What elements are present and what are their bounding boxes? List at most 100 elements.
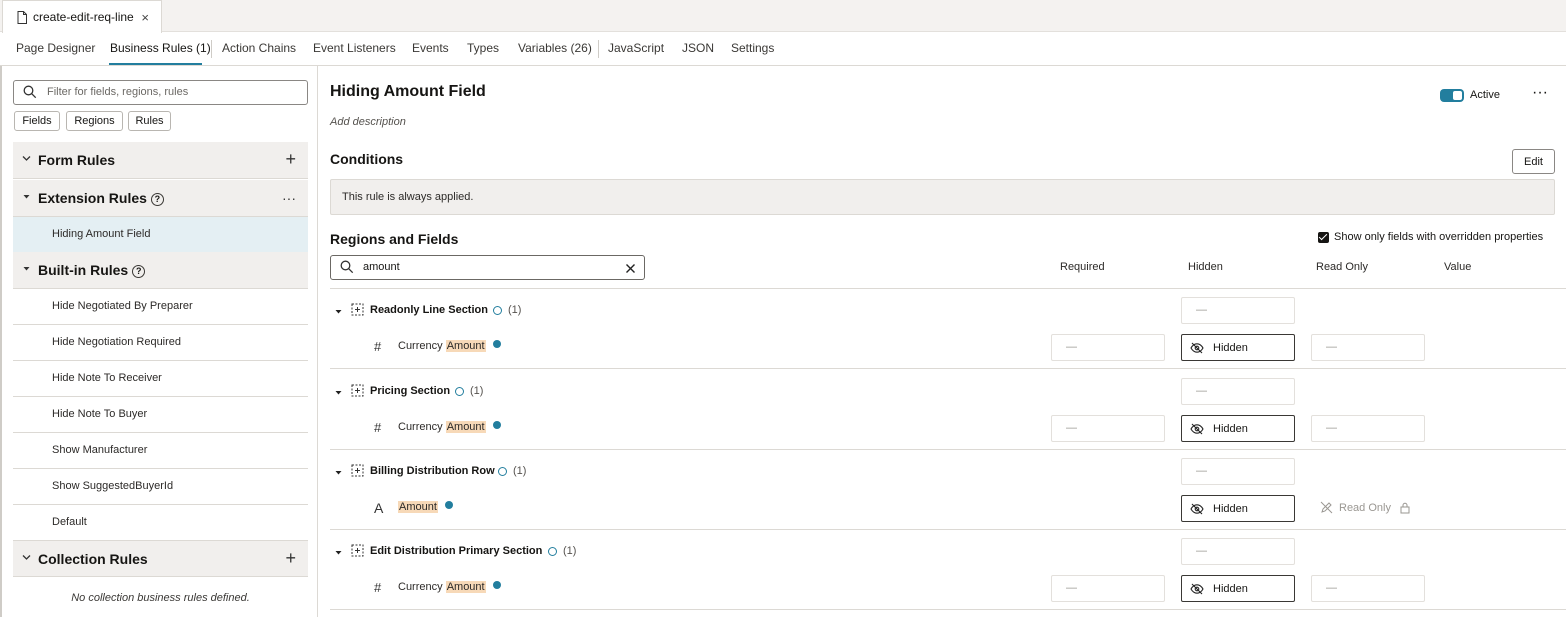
list-item[interactable]: Show SuggestedBuyerId — [13, 469, 308, 505]
override-count: (1) — [455, 385, 483, 397]
description-field[interactable]: Add description — [330, 116, 406, 128]
hidden-select[interactable]: Hidden — [1181, 334, 1295, 361]
region-hidden-value[interactable]: — — [1181, 297, 1295, 324]
builtin-rules-header[interactable]: Built-in Rules? — [13, 252, 308, 289]
hidden-select[interactable]: Hidden — [1181, 495, 1295, 522]
page-title[interactable]: Hiding Amount Field — [330, 83, 486, 101]
region-title[interactable]: Pricing Section — [370, 385, 450, 397]
tab-variables[interactable]: Variables (26) — [518, 41, 592, 55]
lock-icon — [1400, 502, 1410, 513]
required-select[interactable]: — — [1051, 334, 1165, 361]
tab-types[interactable]: Types — [467, 41, 499, 55]
help-icon[interactable]: ? — [132, 265, 146, 278]
search-icon — [340, 260, 354, 274]
text-field-icon: A — [374, 500, 384, 516]
region-group: Billing Distribution Row (1) — A Amount … — [330, 450, 1566, 530]
list-item[interactable]: Show Manufacturer — [13, 433, 308, 469]
region-title[interactable]: Edit Distribution Primary Section — [370, 545, 542, 557]
close-icon[interactable]: × — [141, 10, 149, 25]
caret-down-icon[interactable] — [334, 388, 343, 397]
tab-events[interactable]: Events — [412, 41, 449, 55]
override-ring-icon — [455, 386, 464, 396]
read-only-select[interactable]: — — [1311, 334, 1425, 361]
conditions-heading: Conditions — [330, 151, 404, 167]
tab-event-listeners[interactable]: Event Listeners — [313, 41, 396, 55]
active-toggle[interactable] — [1440, 89, 1464, 102]
more-options-icon[interactable]: ··· — [282, 190, 296, 206]
more-options-icon[interactable]: ··· — [1532, 84, 1548, 102]
filter-placeholder: Filter for fields, regions, rules — [47, 86, 189, 98]
rule-item-label: Hide Negotiation Required — [52, 336, 182, 348]
empty-collection-text: No collection business rules defined. — [71, 592, 250, 604]
edit-button[interactable]: Edit — [1512, 149, 1555, 174]
read-only-select[interactable]: — — [1311, 415, 1425, 442]
tab-json[interactable]: JSON — [682, 41, 714, 55]
rule-item-label: Show SuggestedBuyerId — [52, 480, 174, 492]
form-rules-header[interactable]: Form Rules + — [13, 142, 308, 179]
clear-icon[interactable] — [625, 263, 636, 274]
region-icon — [351, 303, 364, 316]
chip-fields[interactable]: Fields — [14, 111, 60, 131]
extension-rules-header[interactable]: Extension Rules? ··· — [13, 180, 308, 217]
active-tab-underline — [109, 63, 202, 65]
caret-down-icon[interactable] — [334, 468, 343, 477]
field-label[interactable]: Amount — [398, 501, 453, 513]
field-label[interactable]: Currency Amount — [398, 340, 501, 352]
tab-action-chains[interactable]: Action Chains — [222, 41, 296, 55]
field-label[interactable]: Currency Amount — [398, 581, 501, 593]
list-item[interactable]: Hide Note To Buyer — [13, 397, 308, 433]
active-label: Active — [1470, 89, 1500, 101]
column-header-read-only: Read Only — [1316, 261, 1368, 273]
filter-input[interactable]: Filter for fields, regions, rules — [13, 80, 308, 105]
eye-slash-icon — [1190, 583, 1204, 594]
column-header-value: Value — [1444, 261, 1472, 273]
region-hidden-value[interactable]: — — [1181, 378, 1295, 405]
caret-down-icon[interactable] — [334, 307, 343, 316]
column-header-required: Required — [1060, 261, 1105, 273]
region-group: Pricing Section (1) — # Currency Amount … — [330, 370, 1566, 450]
regions-heading: Regions and Fields — [330, 231, 459, 247]
toggle-knob — [1453, 91, 1462, 100]
eye-slash-icon — [1190, 503, 1204, 514]
add-form-rule-button[interactable]: + — [285, 149, 296, 170]
required-select[interactable]: — — [1051, 415, 1165, 442]
tab-page-designer[interactable]: Page Designer — [16, 41, 95, 55]
hidden-select[interactable]: Hidden — [1181, 415, 1295, 442]
region-title[interactable]: Billing Distribution Row — [370, 465, 495, 477]
region-hidden-value[interactable]: — — [1181, 458, 1295, 485]
read-only-select[interactable]: — — [1311, 575, 1425, 602]
extension-rules-title: Extension Rules? — [38, 190, 164, 206]
caret-down-icon — [23, 195, 30, 199]
fields-search-input[interactable]: amount — [330, 255, 645, 280]
region-title[interactable]: Readonly Line Section — [370, 304, 488, 316]
rule-item-hiding-amount-field[interactable]: Hiding Amount Field — [13, 217, 308, 253]
list-item[interactable]: Hide Negotiation Required — [13, 325, 308, 361]
hidden-select[interactable]: Hidden — [1181, 575, 1295, 602]
collection-rules-header[interactable]: Collection Rules + — [13, 540, 308, 577]
region-group: Edit Distribution Primary Section (1) — … — [330, 530, 1566, 610]
list-item[interactable]: Hide Negotiated By Preparer — [13, 289, 308, 325]
eye-slash-icon — [1190, 423, 1204, 434]
show-only-overridden-checkbox[interactable]: Show only fields with overridden propert… — [1318, 231, 1543, 243]
chip-regions[interactable]: Regions — [66, 111, 123, 131]
list-item[interactable]: Default — [13, 505, 308, 541]
search-value: amount — [363, 261, 400, 273]
required-select[interactable]: — — [1051, 575, 1165, 602]
checkbox-checked-icon — [1318, 231, 1329, 243]
chevron-down-icon — [22, 555, 31, 560]
modified-dot-icon — [492, 340, 501, 348]
list-item[interactable]: Hide Note To Receiver — [13, 361, 308, 397]
tab-javascript[interactable]: JavaScript — [608, 41, 664, 55]
override-ring-icon — [498, 466, 507, 476]
help-icon[interactable]: ? — [150, 193, 164, 206]
override-ring-icon — [493, 305, 502, 315]
tab-settings[interactable]: Settings — [731, 41, 774, 55]
file-tab[interactable]: create-edit-req-line × — [2, 0, 162, 33]
add-collection-rule-button[interactable]: + — [285, 548, 296, 569]
caret-down-icon[interactable] — [334, 548, 343, 557]
field-label[interactable]: Currency Amount — [398, 421, 501, 433]
tab-business-rules[interactable]: Business Rules (1) — [110, 41, 211, 55]
designer-tabs: Page Designer Business Rules (1) Action … — [0, 32, 1566, 66]
chip-rules[interactable]: Rules — [128, 111, 171, 131]
region-hidden-value[interactable]: — — [1181, 538, 1295, 565]
